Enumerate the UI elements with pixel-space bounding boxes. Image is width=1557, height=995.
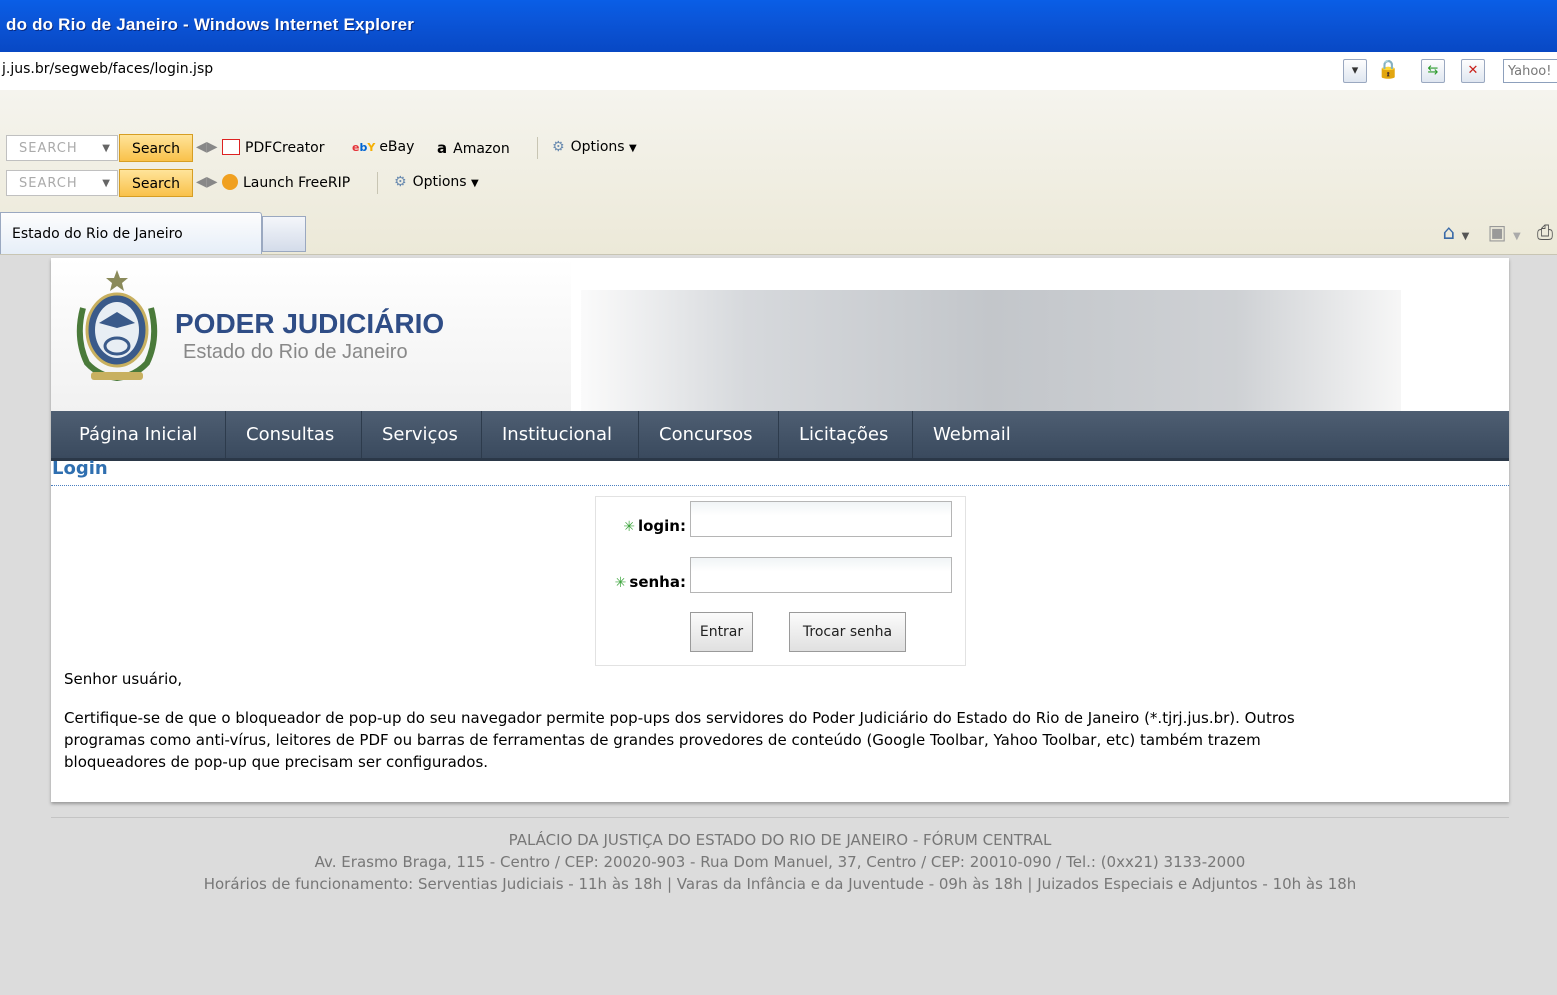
nav-servicos[interactable]: Serviços [362,411,482,458]
browser-toolbars: SEARCH ▼ Search ◀▶ PDFCreator ebY eBay aA… [0,90,1557,255]
toolbar-divider [537,137,538,159]
amazon-label: Amazon [453,141,510,157]
freerip-icon [222,174,238,190]
tab-title: Estado do Rio de Janeiro [12,226,183,242]
site-header: PODER JUDICIÁRIO Estado do Rio de Janeir… [51,258,1509,411]
password-label: ✳ senha: [596,573,686,591]
section-divider [51,485,1509,486]
launch-freerip-button[interactable]: Launch FreeRIP [222,174,350,191]
ebay-label: eBay [379,139,415,155]
toolbar-search-button[interactable]: Search [119,134,193,162]
chevron-down-icon[interactable]: ▼ [1513,231,1521,242]
toolbar-grip-icon: ◀▶ [196,139,218,155]
gear-icon: ⚙ [394,174,407,190]
toolbar-row-1: SEARCH ▼ Search ◀▶ PDFCreator ebY eBay aA… [0,133,1557,163]
new-tab-button[interactable] [262,216,306,252]
toolbar-grip-icon: ◀▶ [196,174,218,190]
toolbar-search-placeholder: SEARCH [19,176,78,191]
nav-licitacoes[interactable]: Licitações [779,411,913,458]
chevron-down-icon: ▼ [102,143,111,154]
tab-strip: Estado do Rio de Janeiro ⌂ ▼ ▣ ▼ ⎙ [0,208,1557,254]
ebay-icon: ebY [352,141,376,154]
entrar-button[interactable]: Entrar [690,612,753,652]
nav-pagina-inicial[interactable]: Página Inicial [59,411,226,458]
options-menu-button[interactable]: ⚙ Options ▼ [394,174,479,190]
address-dropdown-icon[interactable]: ▾ [1343,59,1367,83]
footer-line-1: PALÁCIO DA JUSTIÇA DO ESTADO DO RIO DE J… [508,831,1052,849]
notice-greeting: Senhor usuário, [64,670,183,688]
site-title: PODER JUDICIÁRIO [175,308,445,339]
login-label: ✳ login: [596,517,686,535]
options-label: Options [570,139,625,155]
search-provider-label: Yahoo! [1508,64,1552,79]
content-card: PODER JUDICIÁRIO Estado do Rio de Janeir… [51,258,1509,802]
nav-webmail[interactable]: Webmail [913,411,1033,458]
window-title-bar: do do Rio de Janeiro - Windows Internet … [0,0,1557,52]
toolbar-search-input[interactable]: SEARCH ▼ [6,170,118,196]
footer-divider [51,817,1509,818]
window-title: do do Rio de Janeiro - Windows Internet … [6,15,415,34]
lock-icon[interactable]: 🔒 [1377,59,1399,81]
section-title: Login [52,458,108,479]
toolbar-search-input[interactable]: SEARCH ▼ [6,135,118,161]
coat-of-arms-logo[interactable] [69,268,165,388]
password-field[interactable] [690,557,952,593]
web-search-input[interactable]: Yahoo! [1503,59,1557,83]
nav-concursos[interactable]: Concursos [639,411,779,458]
courthouse-photo [581,290,1401,411]
options-label: Options [412,174,467,190]
address-bar: j.jus.br/segweb/faces/login.jsp ▾ 🔒 ⇆ ✕ … [0,52,1557,91]
chevron-down-icon[interactable]: ▼ [1462,231,1470,242]
notice-line-1: Certifique-se de que o bloqueador de pop… [64,709,1295,727]
options-menu-button[interactable]: ⚙ Options ▼ [552,139,637,155]
print-icon[interactable]: ⎙ [1537,220,1553,244]
toolbar-search-placeholder: SEARCH [19,141,78,156]
required-asterisk-icon: ✳ [623,519,635,535]
toolbar-search-button[interactable]: Search [119,169,193,197]
pdfcreator-button[interactable]: PDFCreator [222,139,325,156]
notice-line-3: bloqueadores de pop-up que precisam ser … [64,753,489,771]
gear-icon: ⚙ [552,139,565,155]
chevron-down-icon: ▼ [629,143,637,154]
notice-line-2: programas como anti-vírus, leitores de P… [64,731,1261,749]
command-bar-tools: ⌂ ▼ ▣ ▼ ⎙ [1443,220,1553,244]
refresh-icon[interactable]: ⇆ [1421,59,1445,83]
chevron-down-icon: ▼ [102,178,111,189]
toolbar-divider [377,172,378,194]
footer-line-3: Horários de funcionamento: Serventias Ju… [203,875,1357,893]
nav-consultas[interactable]: Consultas [226,411,362,458]
address-input[interactable]: j.jus.br/segweb/faces/login.jsp [2,61,213,77]
main-nav: Página Inicial Consultas Serviços Instit… [51,411,1509,461]
site-subtitle: Estado do Rio de Janeiro [183,341,408,363]
page-viewport: PODER JUDICIÁRIO Estado do Rio de Janeir… [10,255,1557,995]
password-label-text: senha: [629,573,686,591]
footer-line-2: Av. Erasmo Braga, 115 - Centro / CEP: 20… [314,853,1246,871]
login-field[interactable] [690,501,952,537]
amazon-button[interactable]: a Amazon [437,139,510,157]
pdf-icon [222,139,240,155]
toolbar-row-2: SEARCH ▼ Search ◀▶ Launch FreeRIP ⚙ Optio… [0,168,1557,198]
launch-freerip-label: Launch FreeRIP [243,175,351,191]
nav-institucional[interactable]: Institucional [482,411,639,458]
stop-icon[interactable]: ✕ [1461,59,1485,83]
chevron-down-icon: ▼ [471,178,479,189]
home-icon[interactable]: ⌂ [1443,220,1456,244]
required-asterisk-icon: ✳ [614,575,627,591]
tab-active[interactable]: Estado do Rio de Janeiro [0,212,262,254]
login-form: ✳ login: ✳ senha: Entrar Trocar senha [595,496,966,666]
trocar-senha-button[interactable]: Trocar senha [789,612,906,652]
amazon-icon: a [437,139,448,157]
ebay-button[interactable]: ebY eBay [352,139,414,155]
pdfcreator-label: PDFCreator [245,140,325,156]
feed-icon[interactable]: ▣ [1488,220,1507,244]
login-label-text: login: [637,517,686,535]
